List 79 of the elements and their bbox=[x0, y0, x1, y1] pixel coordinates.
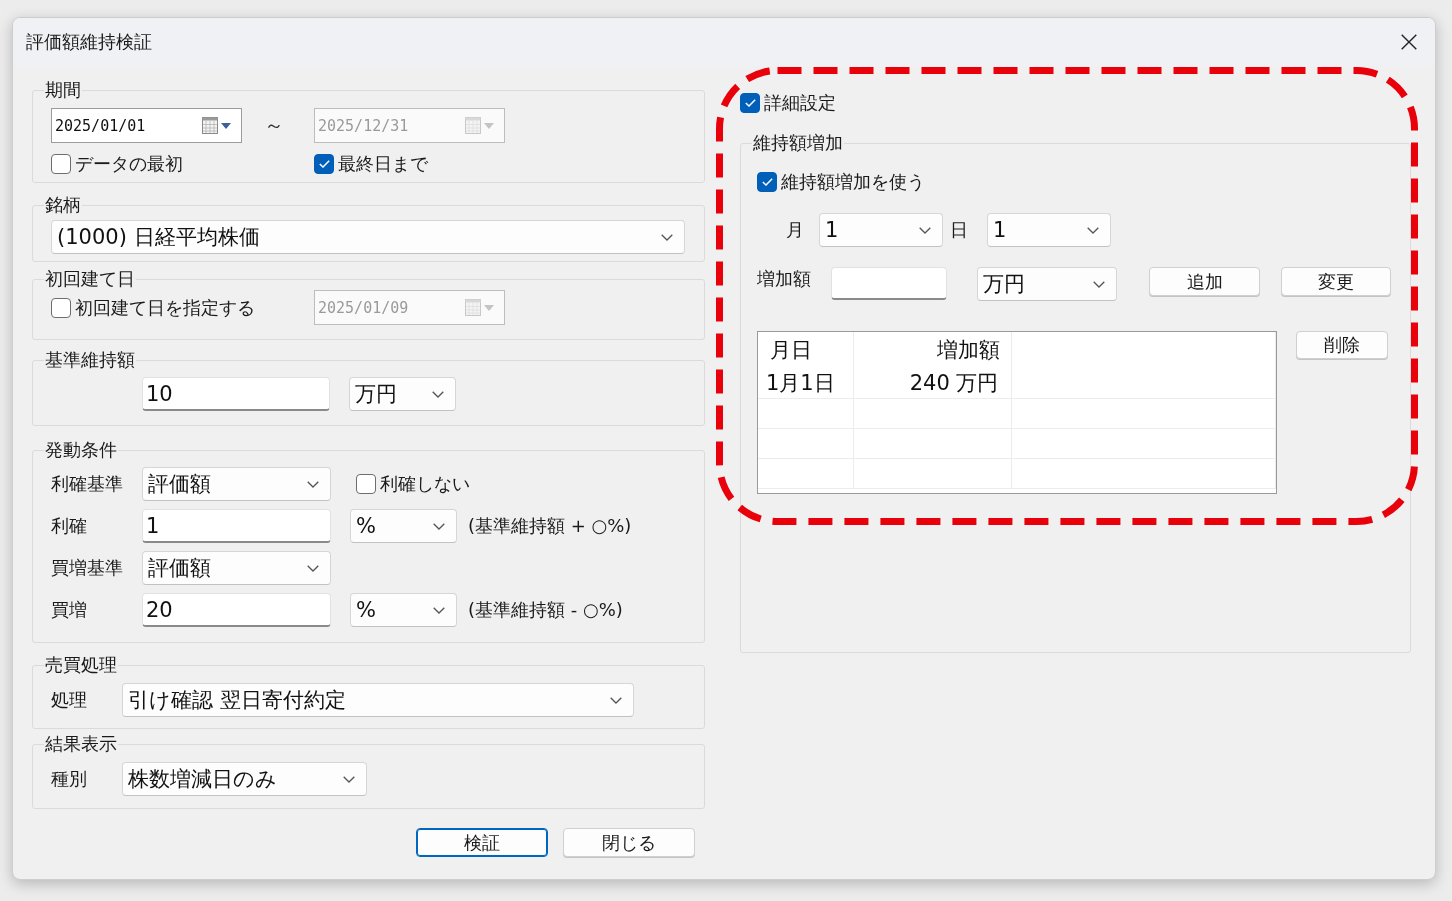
input-field[interactable]: 20 bbox=[142, 593, 331, 627]
delete-button[interactable]: 削除 bbox=[1296, 331, 1388, 359]
group-label: 発動条件 bbox=[44, 440, 118, 460]
field-label: 種別 bbox=[51, 767, 88, 791]
input-field[interactable]: 10 bbox=[142, 377, 330, 411]
hint-text: (基準維持額 + ○%) bbox=[468, 514, 632, 538]
group-label: 初回建て日 bbox=[44, 269, 136, 289]
checkmark-icon bbox=[744, 99, 756, 107]
checkbox-label: データの最初 bbox=[75, 152, 183, 176]
dropdown[interactable]: 1 bbox=[987, 213, 1111, 247]
close-icon bbox=[1401, 34, 1417, 50]
group-label: 結果表示 bbox=[44, 734, 118, 754]
chevron-down-icon bbox=[307, 564, 319, 572]
dropdown[interactable]: 万円 bbox=[977, 267, 1117, 301]
chevron-down-icon bbox=[343, 775, 355, 783]
dropdown[interactable]: 1 bbox=[819, 213, 943, 247]
field-label: 月 bbox=[785, 218, 805, 242]
dropdown[interactable]: % bbox=[350, 509, 457, 543]
checkmark-icon bbox=[318, 160, 330, 168]
chevron-down-icon bbox=[433, 522, 445, 530]
dropdown[interactable]: % bbox=[350, 593, 457, 627]
calendar-icon bbox=[465, 299, 481, 316]
group-label: 期間 bbox=[44, 80, 82, 100]
checkbox[interactable] bbox=[757, 172, 777, 192]
chevron-down-icon bbox=[1087, 226, 1099, 234]
group-label: 維持額増加 bbox=[752, 133, 844, 153]
input-field[interactable]: 1 bbox=[142, 509, 331, 543]
checkbox-label: 利確しない bbox=[380, 472, 470, 496]
change-button[interactable]: 変更 bbox=[1281, 267, 1391, 296]
dropdown[interactable]: 評価額 bbox=[142, 467, 331, 501]
checkbox[interactable] bbox=[314, 154, 334, 174]
checkbox-label: 維持額増加を使う bbox=[781, 170, 925, 194]
dialog-button[interactable]: 検証 bbox=[416, 828, 548, 857]
checkbox[interactable] bbox=[740, 93, 760, 113]
window-title: 評価額維持検証 bbox=[26, 30, 152, 54]
caret-down-icon bbox=[221, 122, 231, 129]
dialog-button[interactable]: 閉じる bbox=[563, 828, 695, 857]
dropdown[interactable]: 引け確認 翌日寄付約定 bbox=[122, 683, 634, 717]
field-label: 増加額 bbox=[757, 267, 812, 291]
hint-text: (基準維持額 - ○%) bbox=[468, 598, 623, 622]
dropdown[interactable]: 万円 bbox=[349, 377, 456, 411]
date-picker[interactable]: 2025/01/01 bbox=[51, 108, 242, 143]
checkbox[interactable] bbox=[356, 474, 376, 494]
checkbox[interactable] bbox=[51, 154, 71, 174]
field-label: 買増 bbox=[51, 598, 88, 622]
chevron-down-icon bbox=[307, 480, 319, 488]
chevron-down-icon bbox=[1093, 280, 1105, 288]
checkbox-label: 詳細設定 bbox=[764, 91, 836, 115]
group-label: 銘柄 bbox=[44, 195, 82, 215]
dropdown[interactable]: 評価額 bbox=[142, 551, 331, 585]
checkbox-label: 最終日まで bbox=[338, 152, 428, 176]
group-label: 基準維持額 bbox=[44, 350, 136, 370]
dropdown[interactable]: (1000) 日経平均株価 bbox=[51, 220, 685, 254]
checkmark-icon bbox=[761, 178, 773, 186]
chevron-down-icon bbox=[432, 390, 444, 398]
table-cell: 1月1日 bbox=[758, 368, 853, 398]
group-label: 売買処理 bbox=[44, 655, 118, 675]
input-field[interactable] bbox=[831, 267, 947, 300]
field-label: 買増基準 bbox=[51, 556, 124, 580]
field-label: 日 bbox=[949, 218, 969, 242]
chevron-down-icon bbox=[433, 606, 445, 614]
range-separator: ～ bbox=[264, 112, 284, 139]
caret-down-icon bbox=[484, 304, 494, 311]
calendar-icon bbox=[202, 117, 218, 134]
field-label: 利確 bbox=[51, 514, 88, 538]
column-header[interactable]: 増加額 bbox=[853, 332, 1011, 368]
caret-down-icon bbox=[484, 122, 494, 129]
add-button[interactable]: 追加 bbox=[1149, 267, 1260, 296]
column-header[interactable]: 月日 bbox=[758, 332, 853, 368]
calendar-icon bbox=[465, 117, 481, 134]
field-label: 処理 bbox=[51, 688, 88, 712]
chevron-down-icon bbox=[661, 233, 673, 241]
chevron-down-icon bbox=[610, 696, 622, 704]
checkbox-label: 初回建て日を指定する bbox=[75, 295, 255, 320]
table-cell: 240 万円 bbox=[853, 368, 1011, 398]
checkbox[interactable] bbox=[51, 297, 71, 318]
field-label: 利確基準 bbox=[51, 472, 124, 496]
chevron-down-icon bbox=[919, 226, 931, 234]
dropdown[interactable]: 株数増減日のみ bbox=[122, 762, 367, 796]
